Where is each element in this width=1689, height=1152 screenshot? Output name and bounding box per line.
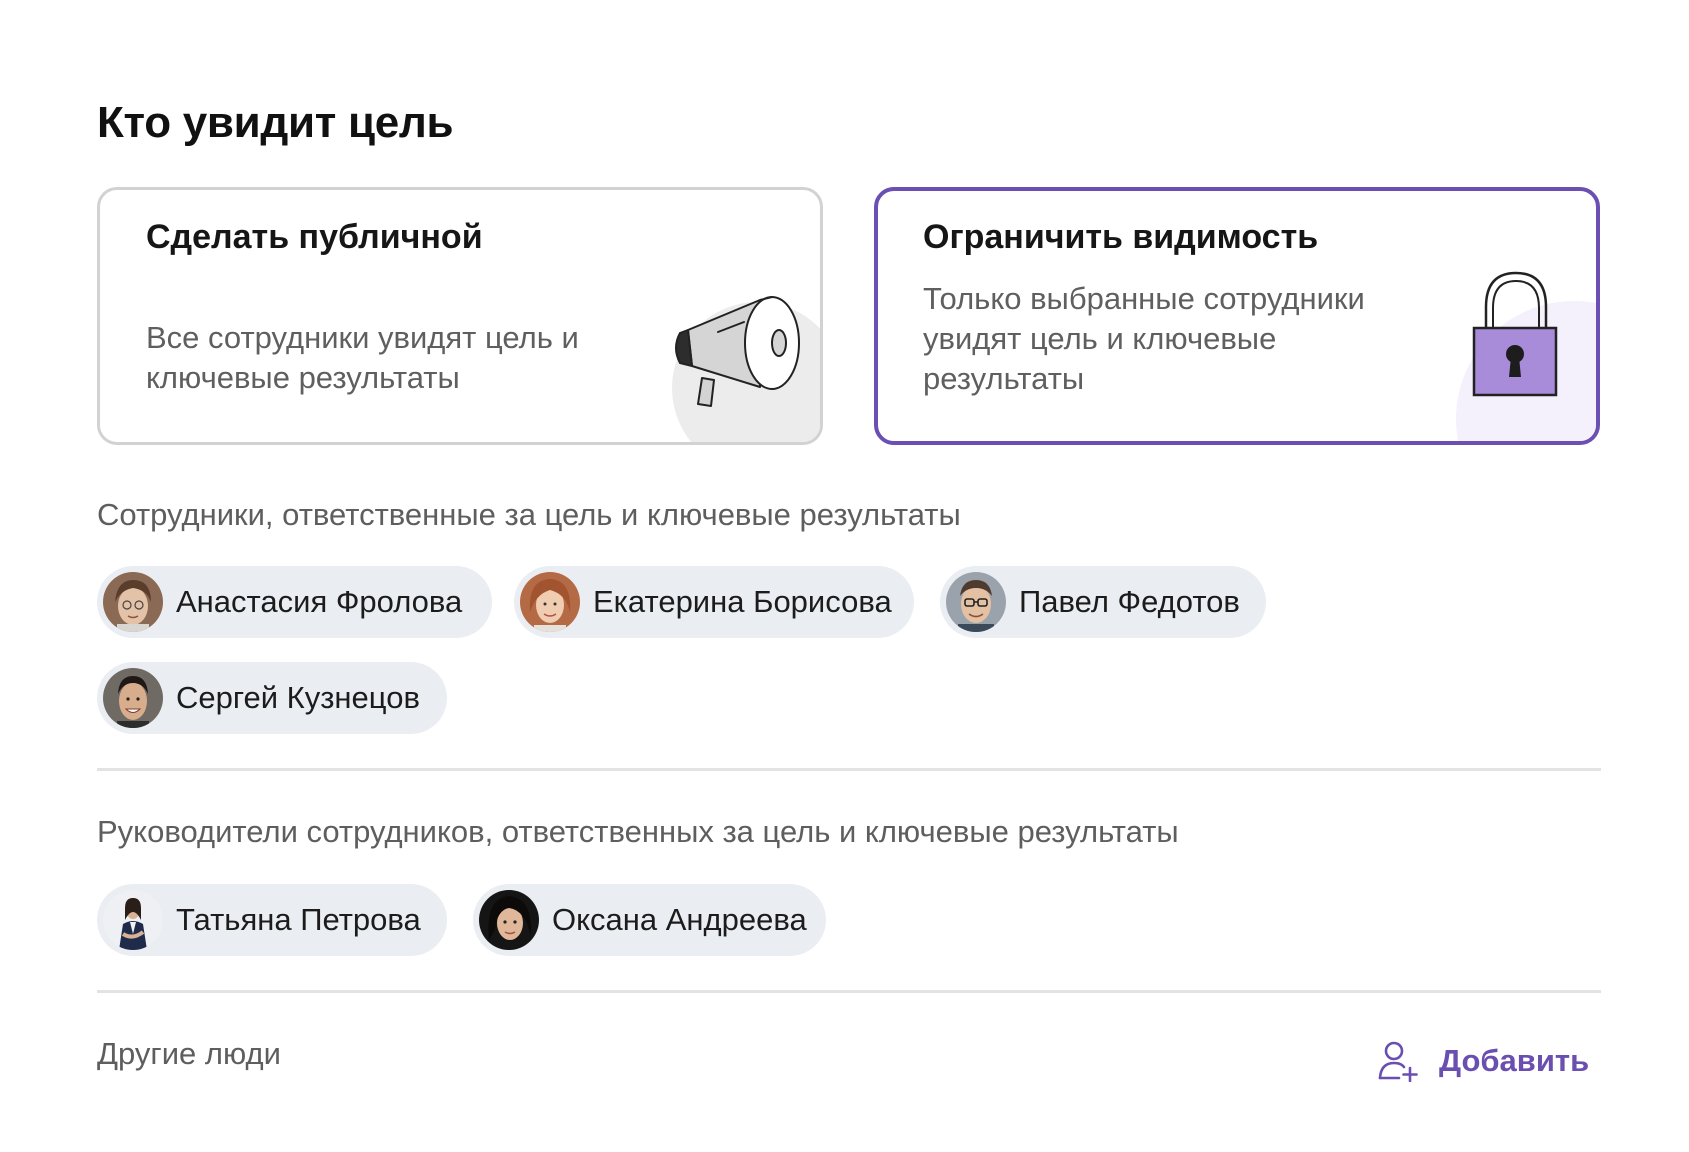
lock-icon: [1456, 271, 1596, 441]
add-person-button[interactable]: Добавить: [1377, 1040, 1589, 1082]
option-title: Сделать публичной: [146, 218, 483, 256]
managers-section-label: Руководители сотрудников, ответственных …: [97, 814, 1179, 849]
person-chip[interactable]: Сергей Кузнецов: [97, 662, 447, 734]
person-chip[interactable]: Анастасия Фролова: [97, 566, 492, 638]
person-name: Татьяна Петрова: [176, 902, 421, 937]
person-chip[interactable]: Екатерина Борисова: [514, 566, 914, 638]
option-description: Все сотрудники увидят цель и ключевые ре…: [146, 320, 579, 395]
megaphone-icon: [672, 296, 820, 442]
avatar: [103, 668, 163, 728]
add-person-icon: [1378, 1041, 1418, 1082]
option-title: Ограничить видимость: [923, 218, 1319, 256]
option-card-public[interactable]: Сделать публичной Все сотрудники увидят …: [97, 187, 823, 445]
section-divider: [97, 990, 1601, 993]
person-chip[interactable]: Оксана Андреева: [473, 884, 826, 956]
person-name: Екатерина Борисова: [593, 584, 892, 619]
avatar: [479, 890, 539, 950]
option-card-restricted[interactable]: Ограничить видимость Только выбранные со…: [874, 187, 1600, 445]
person-name: Сергей Кузнецов: [176, 680, 420, 715]
person-name: Павел Федотов: [1019, 584, 1240, 619]
person-chip[interactable]: Павел Федотов: [940, 566, 1266, 638]
section-divider: [97, 768, 1601, 771]
option-description: Только выбранные сотрудники увидят цель …: [923, 281, 1365, 396]
others-section-label: Другие люди: [97, 1036, 281, 1071]
person-name: Анастасия Фролова: [176, 584, 463, 619]
avatar: [103, 890, 163, 950]
avatar: [520, 572, 580, 632]
add-person-label: Добавить: [1439, 1043, 1590, 1078]
page-title: Кто увидит цель: [97, 98, 454, 147]
avatar: [946, 572, 1006, 632]
person-chip[interactable]: Татьяна Петрова: [97, 884, 447, 956]
responsible-section-label: Сотрудники, ответственные за цель и ключ…: [97, 497, 961, 532]
avatar: [103, 572, 163, 632]
person-name: Оксана Андреева: [552, 902, 807, 937]
visibility-options: Сделать публичной Все сотрудники увидят …: [97, 187, 1601, 445]
